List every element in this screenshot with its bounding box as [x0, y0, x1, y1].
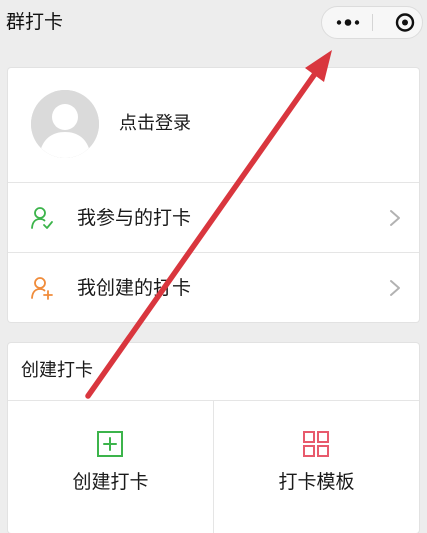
- section-title: 创建打卡: [21, 360, 93, 381]
- grid-icon: [303, 431, 329, 457]
- create-checkin-label: 创建打卡: [72, 471, 149, 493]
- login-label: 点击登录: [119, 113, 191, 134]
- plus-square-icon: [97, 431, 123, 457]
- avatar: [31, 90, 99, 158]
- nav-bar: 群打卡: [0, 0, 427, 46]
- more-dots-icon: [336, 19, 360, 26]
- create-checkin-button[interactable]: 创建打卡: [8, 401, 213, 533]
- target-circle-icon: [395, 13, 415, 32]
- my-created-checkins-row[interactable]: 我创建的打卡: [8, 253, 419, 323]
- person-check-icon: [30, 206, 54, 230]
- person-add-icon: [30, 276, 54, 300]
- my-joined-checkins-row[interactable]: 我参与的打卡: [8, 183, 419, 253]
- more-button[interactable]: [322, 7, 372, 38]
- checkin-template-button[interactable]: 打卡模板: [214, 401, 419, 533]
- default-avatar-icon: [31, 90, 99, 158]
- mini-program-capsule: [321, 6, 423, 39]
- page-title: 群打卡: [6, 11, 64, 33]
- login-row[interactable]: 点击登录: [8, 68, 419, 182]
- close-button[interactable]: [373, 7, 422, 38]
- checkin-template-label: 打卡模板: [278, 471, 355, 493]
- my-created-checkins-label: 我创建的打卡: [77, 277, 192, 299]
- my-joined-checkins-label: 我参与的打卡: [77, 207, 192, 229]
- chevron-right-icon: [390, 280, 400, 296]
- create-checkin-card: 创建打卡 创建打卡 打卡模板: [8, 343, 419, 533]
- chevron-right-icon: [390, 210, 400, 226]
- user-card: 点击登录 我参与的打卡 我创建的打卡: [8, 68, 419, 322]
